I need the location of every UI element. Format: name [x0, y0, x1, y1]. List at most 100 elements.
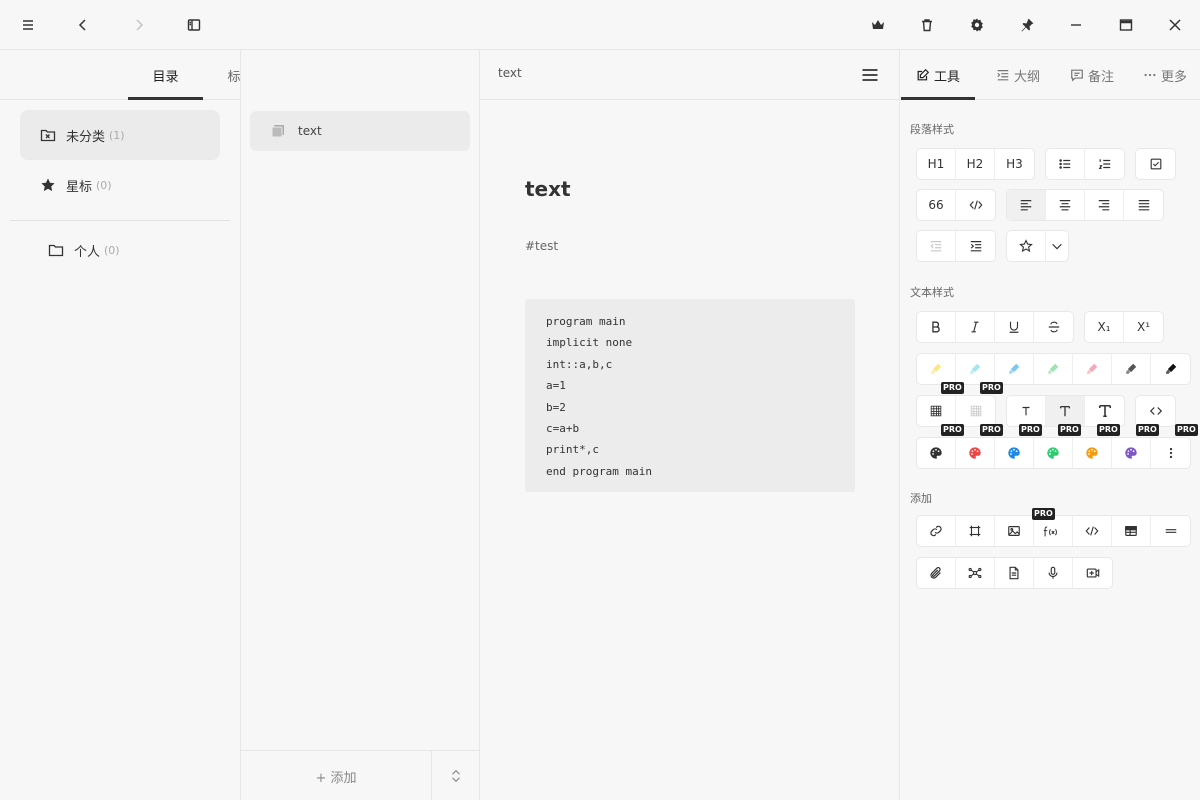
frame-icon[interactable] — [956, 516, 995, 546]
underline-icon[interactable] — [995, 312, 1034, 342]
code-line: a=1 — [546, 379, 566, 393]
hamburger-icon[interactable] — [860, 65, 880, 85]
category-uncategorized[interactable]: 未分类 (1) — [20, 110, 220, 160]
text-large-icon[interactable] — [1085, 396, 1124, 426]
folder-label: 个人 — [74, 244, 101, 260]
align-left-icon[interactable] — [1007, 190, 1046, 220]
table-icon[interactable] — [1112, 516, 1151, 546]
mindmap-icon[interactable] — [956, 558, 995, 588]
tab-tools-label: 工具 — [933, 69, 960, 85]
palette-icon[interactable]: PRO — [1112, 424, 1159, 468]
numbered-list-icon[interactable] — [1085, 149, 1124, 179]
pro-badge: PRO — [980, 424, 1003, 436]
palette-icon[interactable]: PRO — [917, 424, 964, 468]
pattern-fill-icon[interactable]: PRO — [917, 382, 964, 426]
tab-catalog[interactable]: 目录 — [128, 50, 203, 100]
palette-icon[interactable]: PRO — [1034, 424, 1081, 468]
italic-icon[interactable] — [956, 312, 995, 342]
minimize-icon[interactable] — [1058, 10, 1094, 40]
more-colors-icon[interactable]: PRO — [1151, 424, 1198, 468]
bullet-list-icon[interactable] — [1046, 149, 1085, 179]
section-add-label: 添加 — [910, 492, 932, 505]
attachment-icon[interactable] — [917, 558, 956, 588]
star-outline-icon[interactable] — [1007, 231, 1046, 261]
highlighter-icon[interactable] — [956, 354, 995, 384]
indent-group — [917, 231, 995, 261]
tab-outline[interactable]: 大纲 — [983, 50, 1053, 100]
divider-icon[interactable] — [1151, 516, 1190, 546]
pattern-light-icon[interactable]: PRO — [956, 382, 1003, 426]
close-icon[interactable] — [1157, 10, 1193, 40]
document-tag[interactable]: #test — [525, 239, 558, 253]
gear-icon[interactable] — [959, 10, 995, 40]
inline-code-icon[interactable] — [1136, 396, 1175, 426]
h2-button[interactable]: H2 — [956, 149, 995, 179]
highlighter-icon[interactable] — [1151, 354, 1190, 384]
tab-notes[interactable]: 备注 — [1057, 50, 1127, 100]
menu-icon[interactable] — [10, 10, 46, 40]
folder-personal[interactable]: 个人 (0) — [28, 225, 228, 275]
sort-icon[interactable] — [431, 751, 480, 800]
code-line: b=2 — [546, 400, 566, 414]
document-title[interactable]: text — [525, 177, 571, 201]
forward-icon[interactable] — [121, 10, 157, 40]
category-starred[interactable]: 星标 (0) — [20, 160, 220, 210]
trash-icon[interactable] — [909, 10, 945, 40]
tab-tools[interactable]: 工具 — [901, 50, 975, 100]
align-center-icon[interactable] — [1046, 190, 1085, 220]
folder-count: (0) — [104, 243, 120, 257]
text-medium-icon[interactable] — [1046, 396, 1085, 426]
highlighter-icon[interactable] — [995, 354, 1034, 384]
superscript-button[interactable]: X¹ — [1124, 312, 1163, 342]
back-icon[interactable] — [65, 10, 101, 40]
tab-notes-label: 备注 — [1087, 69, 1114, 85]
highlighter-icon[interactable] — [1112, 354, 1151, 384]
add-note-button[interactable]: + 添加 — [241, 751, 431, 800]
formula-icon[interactable]: PRO — [1032, 508, 1073, 546]
palette-icon[interactable]: PRO — [956, 424, 1003, 468]
h3-button[interactable]: H3 — [995, 149, 1034, 179]
pro-badge: PRO — [1097, 424, 1120, 436]
insert-group: PRO — [917, 508, 1190, 546]
checkbox-icon[interactable] — [1136, 149, 1175, 179]
link-icon[interactable] — [917, 516, 956, 546]
tab-more-label: 更多 — [1160, 69, 1187, 85]
document-icon[interactable] — [995, 558, 1034, 588]
image-icon[interactable] — [995, 516, 1034, 546]
indent-icon[interactable] — [956, 231, 995, 261]
strikethrough-icon[interactable] — [1034, 312, 1073, 342]
code-icon[interactable] — [1073, 516, 1112, 546]
highlighter-icon[interactable] — [1073, 354, 1112, 384]
palette-icon[interactable]: PRO — [1073, 424, 1120, 468]
code-line: end program main — [546, 464, 652, 478]
outdent-icon[interactable] — [917, 231, 956, 261]
quote-button[interactable]: 66 — [917, 190, 956, 220]
highlighter-icon[interactable] — [917, 354, 956, 384]
video-icon[interactable] — [1073, 558, 1112, 588]
subscript-button[interactable]: X₁ — [1085, 312, 1124, 342]
text-small-icon[interactable] — [1007, 396, 1046, 426]
pro-badge: PRO — [1019, 424, 1042, 436]
chevron-down-icon[interactable] — [1046, 231, 1068, 261]
code-block-icon[interactable] — [956, 190, 995, 220]
align-justify-icon[interactable] — [1124, 190, 1163, 220]
microphone-icon[interactable] — [1034, 558, 1073, 588]
align-right-icon[interactable] — [1085, 190, 1124, 220]
folder-x-icon — [40, 127, 56, 143]
crown-icon[interactable] — [860, 10, 896, 40]
bold-icon[interactable] — [917, 312, 956, 342]
note-item[interactable]: text — [250, 111, 470, 151]
highlighter-icon[interactable] — [1034, 354, 1073, 384]
palette-icon[interactable]: PRO — [995, 424, 1042, 468]
code-line: implicit none — [546, 336, 633, 350]
tool-tabs: 工具 大纲 备注 更多 — [901, 50, 1200, 100]
sidebar-toggle-icon[interactable] — [176, 10, 212, 40]
list-group — [1046, 149, 1124, 179]
tab-more[interactable]: 更多 — [1133, 50, 1197, 100]
checklist-group — [1136, 149, 1175, 179]
h1-button[interactable]: H1 — [917, 149, 956, 179]
code-block[interactable]: program main implicit none int::a,b,c a=… — [525, 299, 855, 492]
maximize-icon[interactable] — [1108, 10, 1144, 40]
code-line: print*,c — [546, 443, 599, 457]
pin-icon[interactable] — [1009, 10, 1045, 40]
